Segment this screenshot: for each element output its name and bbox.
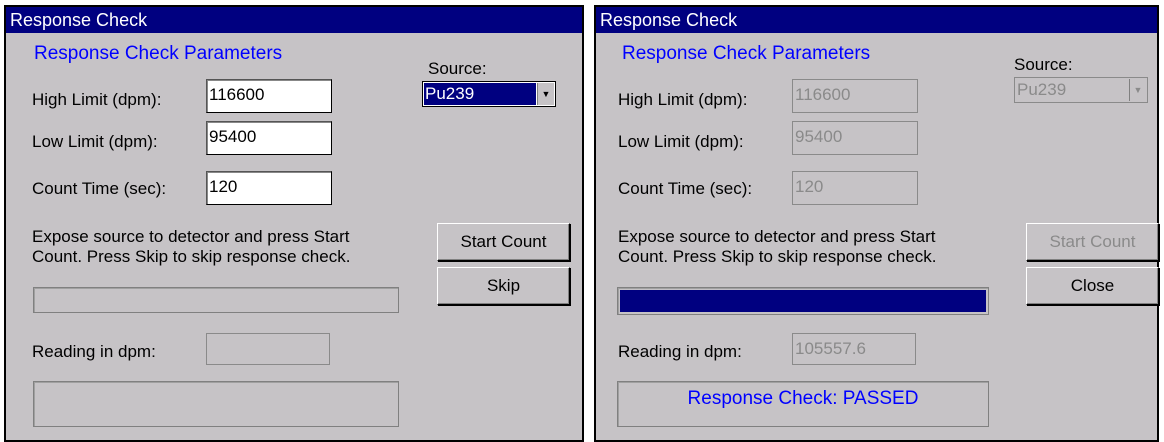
source-dropdown: Pu239 ▼ (1014, 77, 1148, 103)
reading-label: Reading in dpm: (32, 342, 156, 361)
parameters-heading: Response Check Parameters (34, 43, 283, 64)
response-check-window-completed: Response Check Response Check Parameters… (594, 5, 1159, 442)
parameters-heading: Response Check Parameters (622, 43, 871, 64)
response-check-window-active: Response Check Response Check Parameters… (4, 5, 584, 442)
status-box: Response Check: PASSED (617, 381, 989, 427)
dropdown-arrow-icon[interactable]: ▼ (537, 83, 554, 105)
dropdown-arrow-icon: ▼ (1129, 79, 1146, 101)
low-limit-label: Low Limit (dpm): (32, 132, 158, 151)
high-limit-label: High Limit (dpm): (32, 90, 162, 109)
count-time-label: Count Time (sec): (32, 179, 167, 198)
instructions-line-1: Expose source to detector and press Star… (32, 227, 350, 246)
high-limit-label: High Limit (dpm): (618, 90, 748, 109)
close-button[interactable]: Close (1026, 267, 1159, 305)
count-time-label: Count Time (sec): (618, 179, 753, 198)
instructions-line-2: Count. Press Skip to skip response check… (618, 247, 937, 266)
low-limit-input[interactable]: 95400 (206, 121, 332, 155)
reading-label: Reading in dpm: (618, 342, 742, 361)
instructions-line-1: Expose source to detector and press Star… (618, 227, 936, 246)
reading-output (206, 333, 330, 365)
count-time-input[interactable]: 120 (206, 171, 332, 205)
progress-bar (617, 287, 989, 315)
status-box (33, 381, 399, 427)
progress-bar (33, 287, 399, 313)
source-dropdown[interactable]: Pu239 ▼ (422, 81, 556, 107)
count-time-input: 120 (792, 171, 918, 205)
low-limit-label: Low Limit (dpm): (618, 132, 744, 151)
skip-button[interactable]: Skip (437, 267, 570, 305)
start-count-button[interactable]: Start Count (437, 223, 570, 261)
status-text: Response Check: PASSED (687, 388, 919, 409)
reading-output: 105557.6 (792, 333, 916, 365)
source-value: Pu239 (1017, 80, 1067, 99)
source-label: Source: (1014, 55, 1073, 74)
window-title: Response Check (596, 7, 1157, 33)
high-limit-input: 116600 (792, 79, 918, 113)
progress-fill (620, 290, 986, 312)
instructions-line-2: Count. Press Skip to skip response check… (32, 247, 351, 266)
status-text (34, 382, 398, 426)
high-limit-input[interactable]: 116600 (206, 79, 332, 113)
low-limit-input: 95400 (792, 121, 918, 155)
source-label: Source: (428, 59, 487, 78)
source-value: Pu239 (424, 83, 536, 105)
start-count-button: Start Count (1026, 223, 1159, 261)
window-title: Response Check (6, 7, 582, 33)
